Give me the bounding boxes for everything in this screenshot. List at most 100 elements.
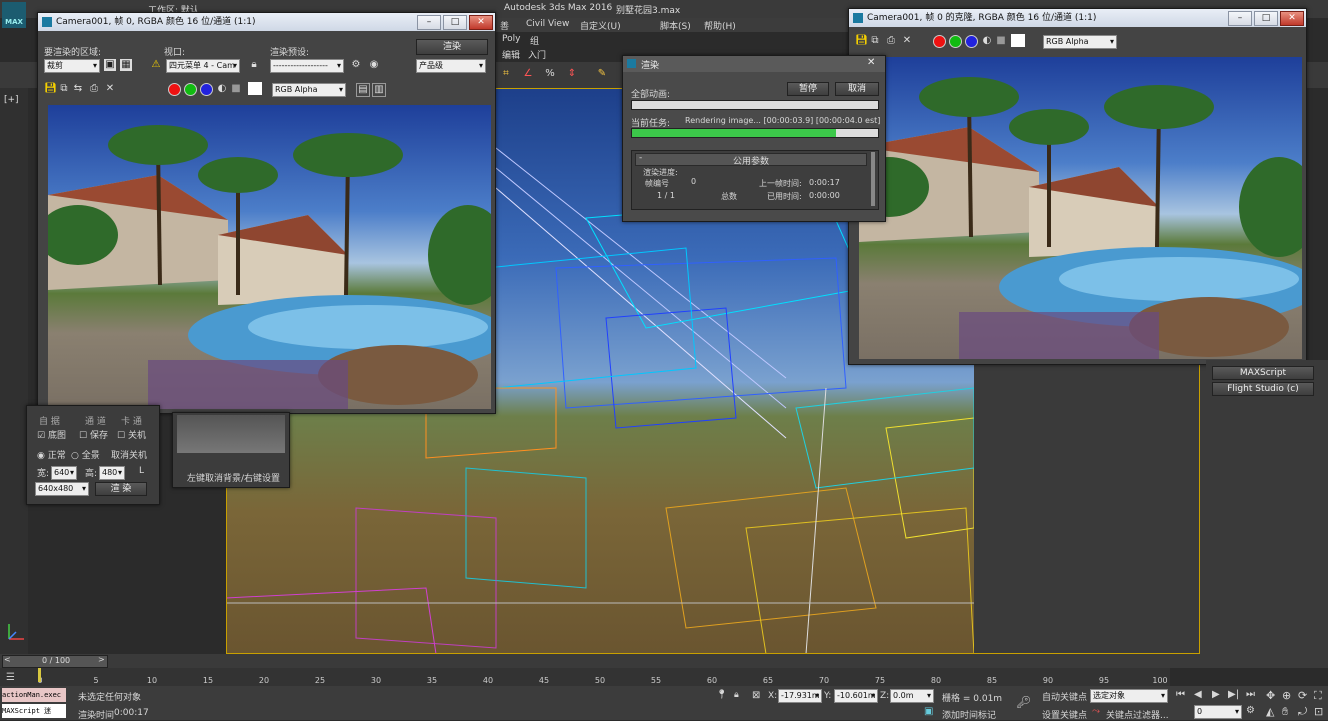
script-line-2[interactable]: MAXScript 迷 (2, 704, 66, 718)
size-preset-select[interactable]: 640x480 (35, 482, 89, 496)
quick-render-button[interactable]: 渲 染 (95, 482, 147, 496)
clear-icon[interactable]: ✕ (901, 35, 913, 47)
save-image-icon[interactable]: 💾︎ (855, 35, 868, 47)
alpha-channel-icon[interactable]: ◐ (216, 83, 228, 95)
menu-item-partial[interactable]: 善 (500, 19, 509, 32)
set-key-button[interactable]: 设置关键点 (1042, 708, 1087, 721)
track-bar[interactable]: 0510152025303540455055606570758085909510… (0, 668, 1170, 686)
zoom-all-icon[interactable]: ⊕ (1282, 689, 1291, 702)
menu-item-customize[interactable]: 自定义(U) (580, 19, 621, 32)
selection-lock-icon[interactable]: 🔒︎ (734, 690, 739, 700)
percent-snap-icon[interactable]: % (544, 68, 556, 80)
width-input[interactable]: 640 (51, 466, 77, 480)
render-setup-icon[interactable]: ⚙ (350, 59, 362, 71)
color-swatch[interactable] (248, 82, 262, 95)
render-progress-dialog[interactable]: 渲染 ✕ 全部动画: 暂停 取消 当前任务: Rendering image..… (622, 55, 886, 222)
ribbon-tab-poly[interactable]: Poly (502, 34, 520, 44)
alpha-channel-icon[interactable]: ◐ (981, 35, 993, 47)
pan-icon[interactable]: ✋︎ (1282, 705, 1288, 719)
green-channel-icon[interactable] (949, 35, 962, 48)
time-config-icon[interactable]: ⚙ (1246, 705, 1255, 716)
edit-region-icon[interactable]: ▣ (104, 59, 116, 71)
maximize-viewport-icon[interactable]: ⛶ (1314, 689, 1322, 703)
layer-manager-icon[interactable]: ☰ (6, 672, 20, 684)
option-base-label[interactable]: ☑ 底图 (37, 428, 66, 441)
radio-full[interactable]: ○ 全景 (71, 448, 100, 461)
ribbon-tab-group[interactable]: 组 (530, 34, 539, 47)
channel-select[interactable]: RGB Alpha (272, 83, 346, 97)
angle-snap-icon[interactable]: ∠ (522, 68, 534, 80)
environment-icon[interactable]: ◉ (368, 59, 380, 71)
radio-selected-icon[interactable]: ◉ (37, 451, 45, 461)
checkbox-icon[interactable]: ☐ (117, 431, 125, 441)
min-max-toggle-icon[interactable]: ⊡ (1314, 705, 1323, 718)
cancel-button[interactable]: 取消 (835, 82, 879, 96)
height-input[interactable]: 480 (99, 466, 125, 480)
edit-named-selection-icon[interactable]: ✎ (596, 68, 608, 80)
zoom-icon[interactable]: ✥ (1266, 689, 1275, 702)
goto-end-icon[interactable]: ⏭︎ (1246, 689, 1255, 700)
close-icon[interactable]: ✕ (867, 57, 875, 68)
menu-item-script[interactable]: 脚本(S) (660, 19, 691, 32)
red-channel-icon[interactable] (168, 83, 181, 96)
snap-icon[interactable]: ⌗ (500, 68, 512, 80)
display-toggle-icon[interactable]: ▤ (356, 83, 370, 97)
blue-channel-icon[interactable] (965, 35, 978, 48)
copy-image-icon[interactable]: ⧉ (58, 83, 70, 95)
pause-button[interactable]: 暂停 (787, 82, 829, 96)
checkbox-icon[interactable]: ☐ (79, 431, 87, 441)
option-toon-label[interactable]: 卡 通 (121, 414, 142, 427)
rollout-collapse-icon[interactable]: - (639, 153, 642, 163)
z-coordinate-input[interactable]: 0.0m (890, 689, 934, 703)
red-channel-icon[interactable] (933, 35, 946, 48)
option-auto-label[interactable]: 自 据 (39, 414, 60, 427)
key-mode-icon[interactable]: 🔑︎ (1016, 695, 1031, 709)
key-filter-button[interactable]: 关键点过滤器... (1106, 708, 1169, 721)
close-button[interactable]: ✕ (469, 15, 493, 30)
orbit-icon[interactable]: ⟳ (1298, 689, 1307, 702)
minimize-button[interactable]: – (417, 15, 441, 30)
absolute-mode-icon[interactable]: ⊠ (752, 690, 760, 701)
print-icon[interactable]: ⎙ (88, 83, 100, 95)
cancel-shutdown-button[interactable]: 取消关机 (111, 448, 147, 461)
add-time-tag[interactable]: 添加时间标记 (942, 708, 996, 721)
viewport-label[interactable]: [+] (4, 95, 19, 105)
script-line-1[interactable]: actionMan.exec (2, 688, 66, 702)
green-channel-icon[interactable] (184, 83, 197, 96)
render-button[interactable]: 渲染 (416, 39, 488, 55)
channel-select[interactable]: RGB Alpha (1043, 35, 1117, 49)
goto-start-icon[interactable]: ⏮︎ (1176, 689, 1185, 700)
close-button[interactable]: ✕ (1280, 11, 1304, 26)
current-frame-input[interactable]: 0 (1194, 705, 1242, 719)
ribbon-tab-edit[interactable]: 编辑 (502, 48, 520, 61)
rollout-scrollbar[interactable] (871, 152, 875, 206)
app-logo[interactable]: MAX (2, 2, 26, 28)
frame-window-left-titlebar[interactable]: Camera001, 帧 0, RGBA 颜色 16 位/通道 (1:1) – … (38, 13, 495, 31)
menu-item-help[interactable]: 帮助(H) (704, 19, 736, 32)
flight-studio-button[interactable]: Flight Studio (c) (1212, 382, 1314, 396)
prev-key-icon[interactable]: ◀︎ (1194, 689, 1202, 700)
add-time-tag-icon[interactable]: ▣ (924, 706, 933, 717)
lock-ratio-label[interactable]: L (139, 466, 144, 476)
maxscript-button[interactable]: MAXScript (1212, 366, 1314, 380)
pin-icon[interactable]: 📍︎ (716, 690, 727, 700)
background-hint[interactable]: 左键取消背景/右键设置 (187, 471, 280, 484)
render-dialog-titlebar[interactable]: 渲染 ✕ (623, 56, 885, 72)
field-of-view-icon[interactable]: ◭ (1266, 705, 1274, 718)
blue-channel-icon[interactable] (200, 83, 213, 96)
radio-normal[interactable]: ◉ 正常 (37, 448, 66, 461)
auto-key-button[interactable]: 自动关键点 (1042, 690, 1087, 703)
clone-window-icon[interactable]: ⇆ (72, 83, 84, 95)
channel-display-icon[interactable]: ▥ (372, 83, 386, 97)
spinner-snap-icon[interactable]: ⇕ (566, 68, 578, 80)
option-shutdown-label[interactable]: ☐ 关机 (117, 428, 146, 441)
option-save-label[interactable]: ☐ 保存 (79, 428, 108, 441)
play-icon[interactable]: ▶︎ (1212, 689, 1220, 700)
maximize-button[interactable]: □ (443, 15, 467, 30)
x-coordinate-input[interactable]: -17.931m (778, 689, 822, 703)
auto-region-icon[interactable]: ▦ (120, 59, 132, 71)
key-filter-icon[interactable]: ⤳ (1092, 706, 1100, 717)
prev-frame-icon[interactable]: < (4, 655, 11, 664)
background-panel[interactable]: 左键取消背景/右键设置 (172, 412, 290, 488)
maxscript-listener[interactable]: actionMan.exec MAXScript 迷 (2, 688, 66, 718)
